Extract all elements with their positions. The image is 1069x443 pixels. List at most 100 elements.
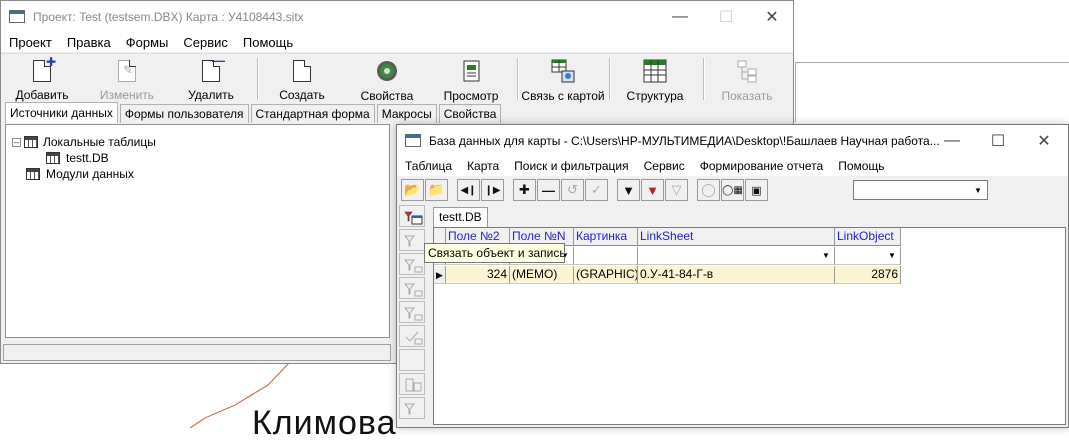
- add-button[interactable]: ✚ Добавить: [13, 55, 71, 102]
- delete-button[interactable]: — Удалить: [185, 53, 237, 102]
- grid-cell[interactable]: (MEMO): [510, 266, 574, 284]
- menu-service[interactable]: Сервис: [175, 35, 235, 50]
- toolbar-separator: [517, 58, 519, 100]
- last-record-button[interactable]: ❙▶: [481, 179, 504, 201]
- map-link-button[interactable]: Связь с картой: [521, 56, 605, 103]
- project-tabs: Источники данных Формы пользователя Стан…: [5, 102, 503, 124]
- filter-cell[interactable]: ▼: [835, 247, 901, 265]
- chevron-down-icon[interactable]: ▼: [819, 248, 833, 263]
- side-filter-button-4[interactable]: [399, 301, 425, 323]
- side-filter-button-3[interactable]: [399, 277, 425, 299]
- properties-button[interactable]: Свойства: [359, 56, 415, 103]
- side-layout-button[interactable]: [399, 373, 425, 395]
- folder-icon: 📁: [428, 182, 445, 197]
- tab-properties[interactable]: Свойства: [438, 104, 502, 123]
- layout-gray-icon: [405, 378, 422, 392]
- filter-disabled-button[interactable]: ▽: [665, 179, 688, 201]
- project-window-title: Проект: Test (testsem.DBX) Карта : У4108…: [33, 9, 304, 24]
- add-doc-icon: ✚: [30, 55, 56, 82]
- edit-button[interactable]: ✎ Изменить: [97, 56, 157, 102]
- filter-button[interactable]: ▼: [617, 179, 640, 201]
- tree-structure-icon: [735, 59, 759, 83]
- toolbar-combo[interactable]: ▼: [853, 180, 988, 200]
- grid-cell[interactable]: 324: [446, 266, 510, 284]
- menu-edit[interactable]: Правка: [59, 35, 118, 50]
- preview-doc-icon: [459, 59, 483, 83]
- side-filter-button-2[interactable]: [399, 253, 425, 275]
- map-database-window: База данных для карты - C:\Users\HP-МУЛЬ…: [396, 124, 1069, 428]
- tab-user-forms[interactable]: Формы пользователя: [119, 104, 249, 123]
- grid-cell[interactable]: 2876: [835, 266, 901, 284]
- menu-help[interactable]: Помощь: [830, 159, 891, 173]
- minimize-icon[interactable]: —: [657, 1, 703, 32]
- menu-table[interactable]: Таблица: [397, 159, 459, 173]
- grid-cell[interactable]: 0.У-41-84-Г-в: [638, 266, 835, 284]
- project-toolbar: ✚ Добавить ✎ Изменить — Удалить Создать …: [1, 53, 793, 103]
- tab-standard-form[interactable]: Стандартная форма: [250, 104, 375, 123]
- hint-table-button[interactable]: ◯▦: [721, 179, 744, 201]
- toolbar-separator: [609, 58, 611, 100]
- table-row[interactable]: ▶ 324 (MEMO) (GRAPHIC) 0.У-41-84-Г-в 287…: [434, 266, 901, 284]
- first-record-button[interactable]: ◀❙: [457, 179, 480, 201]
- check-gray-icon: [405, 331, 423, 345]
- delete-doc-icon: —: [199, 53, 225, 82]
- link-structure-button[interactable]: ▣: [745, 179, 768, 201]
- project-statusbar: [3, 344, 391, 361]
- tree-item-table[interactable]: testt.DB: [46, 150, 109, 166]
- create-button[interactable]: Создать: [277, 56, 327, 102]
- hint-button[interactable]: ◯: [697, 179, 720, 201]
- collapse-icon[interactable]: –: [12, 137, 21, 147]
- side-toolbar: [399, 205, 427, 425]
- column-header[interactable]: Картинка: [574, 228, 638, 246]
- menu-report[interactable]: Формирование отчета: [692, 159, 831, 173]
- filter-gray-icon: [403, 235, 416, 247]
- side-filter-button-1[interactable]: [399, 229, 425, 251]
- tree-item-local-tables[interactable]: – Локальные таблицы: [12, 134, 156, 150]
- menu-search-filter[interactable]: Поиск и фильтрация: [506, 159, 635, 173]
- chevron-down-icon: ▼: [974, 185, 982, 195]
- filter-cell[interactable]: ▼: [638, 247, 835, 265]
- side-blank-button[interactable]: [399, 349, 425, 371]
- side-filter-button-5[interactable]: [399, 397, 425, 419]
- undo-icon: ↺: [567, 182, 578, 197]
- database-menubar: Таблица Карта Поиск и фильтрация Сервис …: [397, 156, 1068, 176]
- maximize-icon[interactable]: ☐: [975, 125, 1021, 156]
- menu-service[interactable]: Сервис: [636, 159, 692, 173]
- delete-record-button[interactable]: —: [537, 179, 560, 201]
- gear-icon: [375, 59, 399, 83]
- open-folder-button[interactable]: 📂: [401, 179, 424, 201]
- filter-cell[interactable]: [574, 247, 638, 265]
- menu-help[interactable]: Помощь: [235, 35, 300, 50]
- tree-item-data-modules[interactable]: Модули данных: [26, 166, 134, 182]
- app-icon: [405, 134, 421, 147]
- folder-button[interactable]: 📁: [425, 179, 448, 201]
- link-object-record-button[interactable]: [399, 205, 425, 227]
- minimize-icon[interactable]: —: [929, 125, 975, 156]
- add-record-button[interactable]: ✚: [513, 179, 536, 201]
- menu-project[interactable]: Проект: [1, 35, 59, 50]
- app-icon: [9, 10, 25, 23]
- column-header[interactable]: LinkSheet: [638, 228, 835, 246]
- side-check-button[interactable]: [399, 325, 425, 347]
- confirm-button[interactable]: ✓: [585, 179, 608, 201]
- menu-map[interactable]: Карта: [459, 159, 506, 173]
- chevron-down-icon[interactable]: ▼: [885, 248, 899, 263]
- tab-data-sources[interactable]: Источники данных: [5, 102, 118, 123]
- grid-cell[interactable]: (GRAPHIC): [574, 266, 638, 284]
- close-icon[interactable]: ✕: [1021, 125, 1067, 156]
- row-pointer-icon: ▶: [436, 270, 443, 280]
- structure-button[interactable]: Структура: [623, 56, 687, 103]
- close-icon[interactable]: ✕: [749, 1, 795, 32]
- last-icon: ❙▶: [484, 184, 501, 196]
- menu-forms[interactable]: Формы: [118, 35, 176, 50]
- module-icon: [26, 168, 40, 180]
- filter-clear-button[interactable]: ▼: [641, 179, 664, 201]
- link-object-record-icon: [404, 211, 423, 225]
- maximize-icon[interactable]: ☐: [703, 1, 749, 32]
- show-button[interactable]: Показать: [717, 56, 777, 103]
- column-header[interactable]: LinkObject: [835, 228, 901, 246]
- preview-button[interactable]: Просмотр: [441, 56, 501, 103]
- undo-button[interactable]: ↺: [561, 179, 584, 201]
- tab-table[interactable]: testt.DB: [433, 207, 488, 227]
- tab-macros[interactable]: Макросы: [376, 104, 437, 123]
